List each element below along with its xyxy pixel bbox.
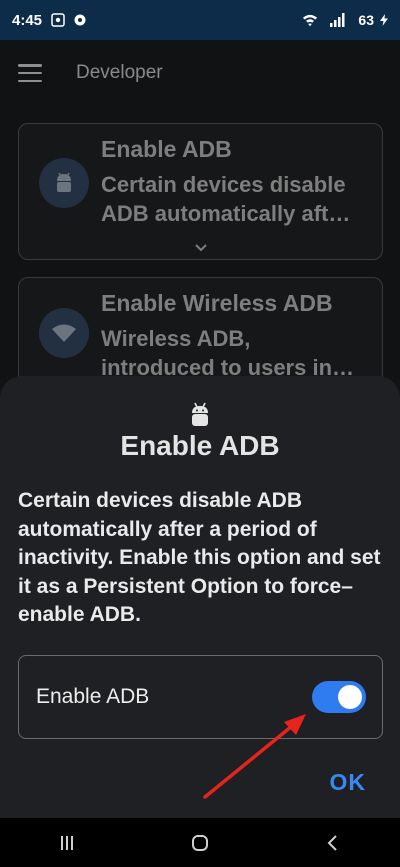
navigation-bar xyxy=(0,818,400,867)
card-description-line: ADB automatically aft… xyxy=(101,201,351,226)
screenshot-icon xyxy=(50,12,66,28)
signal-icon xyxy=(330,12,346,28)
enable-adb-switch[interactable] xyxy=(312,681,366,713)
card-description: Certain devices disable ADB automaticall… xyxy=(101,170,376,228)
card-description: Wireless ADB, introduced to users in… xyxy=(101,324,376,382)
card-title: Enable Wireless ADB xyxy=(101,290,333,316)
enable-adb-toggle-row[interactable]: Enable ADB xyxy=(18,655,383,739)
ok-button[interactable]: OK xyxy=(330,769,367,796)
charging-icon xyxy=(380,12,388,28)
wifi-icon xyxy=(52,324,76,342)
status-bar: 4:45 63 xyxy=(0,0,400,40)
home-button[interactable] xyxy=(180,823,220,863)
battery-percent: 63 xyxy=(358,12,374,28)
dialog-description: Certain devices disable ADB automaticall… xyxy=(18,489,381,626)
hamburger-menu-icon[interactable] xyxy=(18,64,42,82)
recent-apps-icon xyxy=(60,835,73,850)
status-time: 4:45 xyxy=(12,11,43,29)
app-bar: Developer xyxy=(0,40,400,106)
chevron-down-icon[interactable] xyxy=(192,241,210,255)
dialog-title: Enable ADB xyxy=(120,430,280,461)
gear-badge-icon xyxy=(72,12,88,28)
back-button[interactable] xyxy=(313,823,353,863)
switch-knob xyxy=(338,685,362,709)
wifi-icon xyxy=(302,12,318,28)
status-right: 63 xyxy=(302,12,388,28)
android-icon xyxy=(192,402,208,426)
card-enable-adb[interactable]: Enable ADB Certain devices disable ADB a… xyxy=(18,123,383,260)
card-avatar xyxy=(39,158,89,208)
home-icon xyxy=(191,834,208,851)
card-avatar xyxy=(39,308,89,358)
bottom-sheet-dialog: Enable ADB Certain devices disable ADB a… xyxy=(0,376,400,818)
card-title: Enable ADB xyxy=(101,136,232,162)
back-icon xyxy=(327,834,338,851)
recent-apps-button[interactable] xyxy=(47,823,87,863)
page-title: Developer xyxy=(76,62,163,83)
android-icon xyxy=(57,172,71,192)
toggle-label: Enable ADB xyxy=(36,685,150,708)
card-description-line: Certain devices disable xyxy=(101,172,346,197)
card-description-line: Wireless ADB, xyxy=(101,326,251,351)
